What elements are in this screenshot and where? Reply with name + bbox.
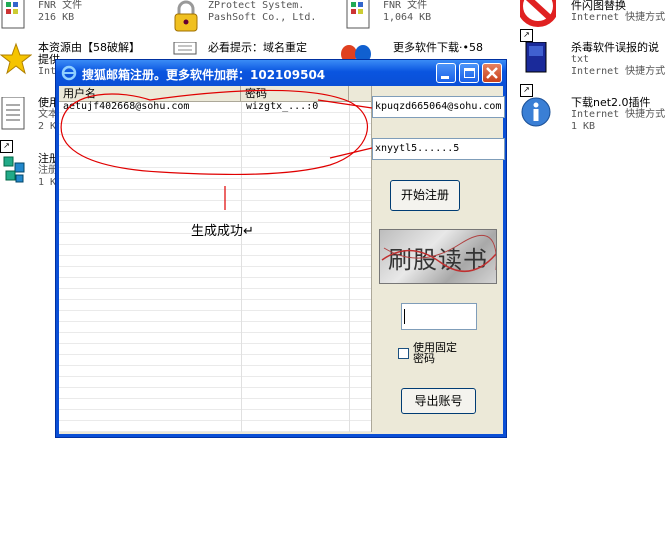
export-accounts-button[interactable]: 导出账号 (401, 388, 476, 414)
ie-icon (61, 65, 77, 81)
shortcut-arrow-icon: ↗ (520, 84, 533, 97)
close-icon (486, 67, 498, 79)
desktop-item-size: 1 KB (571, 121, 596, 132)
cell-password: wizgtx_...:0 (246, 101, 319, 112)
table-row[interactable]: aetujf402668@sohu.com wizgtx_...:0 (59, 101, 371, 113)
captcha-input[interactable] (401, 303, 477, 330)
shortcut-arrow-icon: ↗ (0, 140, 13, 153)
document-icon (1, 0, 25, 29)
fixed-password-checkbox[interactable] (398, 348, 409, 359)
desktop-item-sub: Internet 快捷方式 (571, 12, 665, 23)
window-client: 用户名 密码 aetujf402668@sohu.com wizgtx_...:… (59, 86, 505, 434)
text-file-icon (1, 97, 25, 130)
window-title: 搜狐邮箱注册。更多软件加群：102109504 (82, 68, 326, 82)
desktop-item-sub: txt (571, 54, 590, 65)
registry-icon (3, 156, 25, 183)
sohu-register-window: 搜狐邮箱注册。更多软件加群：102109504 用户名 密码 aetujf402… (55, 59, 507, 438)
desktop-item-sub: FNR 文件 (383, 0, 428, 11)
document-icon (346, 0, 370, 29)
success-note: 生成成功↵ (191, 224, 254, 239)
captcha-noise (381, 234, 496, 273)
desktop-item-size: 2 K (38, 121, 57, 132)
desktop-item-size: Internet 快捷方式 (571, 66, 665, 77)
column-header-username[interactable]: 用户名 (59, 86, 241, 101)
minimize-button[interactable] (436, 63, 456, 83)
desktop-item-label: 下载net2.0插件 (571, 96, 651, 109)
cell-username: aetujf402668@sohu.com (63, 101, 190, 112)
captcha-image[interactable]: 刷股读书 (379, 229, 497, 284)
desktop-item-size: 1,064 KB (383, 12, 432, 23)
desktop-item-sub: FNR 文件 (38, 0, 83, 11)
desktop-item-size: 1 K (38, 177, 57, 188)
password-input[interactable]: xnyytl5......5 (372, 138, 505, 160)
table-body: aetujf402668@sohu.com wizgtx_...:0 (59, 101, 371, 432)
column-header-password[interactable]: 密码 (241, 86, 349, 101)
account-table[interactable]: 用户名 密码 aetujf402668@sohu.com wizgtx_...:… (59, 86, 372, 432)
text-cursor (404, 309, 405, 324)
info-icon (521, 97, 551, 127)
start-register-button[interactable]: 开始注册 (390, 180, 460, 211)
desktop-item-sub: Internet 快捷方式 (571, 109, 665, 120)
desktop-item-label: ZProtect System. (208, 0, 305, 11)
desktop-item-label: 必看提示：域名重定 (208, 41, 307, 54)
desktop-item-size: 216 KB (38, 12, 75, 23)
table-header: 用户名 密码 (59, 86, 371, 102)
lock-icon (174, 0, 198, 32)
desktop-item-label: 杀毒软件误报的说 (571, 41, 659, 54)
close-button[interactable] (482, 63, 502, 83)
desktop-item-label: 件闪图替换 (571, 0, 626, 12)
shortcut-arrow-icon: ↗ (520, 29, 533, 42)
desktop-item-label: 更多软件下载·•58 (393, 41, 483, 54)
title-bar[interactable]: 搜狐邮箱注册。更多软件加群：102109504 (56, 60, 506, 86)
maximize-button[interactable] (459, 63, 479, 83)
star-icon (0, 42, 32, 75)
maximize-icon (464, 68, 475, 78)
fixed-password-label[interactable]: 使用固定密码 (413, 342, 463, 364)
email-input[interactable]: kpuqzd665064@sohu.com (372, 96, 505, 118)
minimize-icon (441, 76, 449, 79)
desktop-item-sub: PashSoft Co., Ltd. (208, 12, 317, 23)
book-icon (525, 42, 547, 73)
column-header-empty (349, 86, 371, 101)
